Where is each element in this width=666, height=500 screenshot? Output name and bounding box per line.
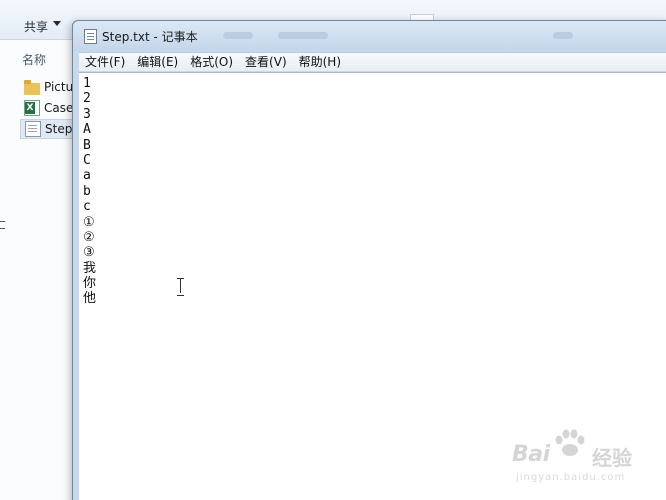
text-line: C (83, 152, 91, 168)
text-line: 你 (83, 276, 97, 292)
notepad-icon[interactable] (84, 29, 97, 44)
menu-help[interactable]: 帮助(H) (293, 53, 347, 72)
title-bar[interactable]: Step.txt - 记事本 (73, 21, 666, 51)
text-line: 1 (83, 76, 91, 91)
text-line: a (83, 168, 91, 184)
title-blur (223, 32, 253, 39)
text-line: 我 (83, 260, 97, 276)
watermark-brand-tail: 经验 (592, 446, 632, 470)
menu-file[interactable]: 文件(F) (79, 53, 131, 72)
paw-icon (555, 429, 585, 456)
file-row[interactable]: Case (20, 98, 80, 118)
menu-bar: 文件(F) 编辑(E) 格式(O) 查看(V) 帮助(H) (79, 52, 666, 71)
text-line: ① (83, 214, 95, 230)
file-row[interactable]: Pictu (20, 77, 80, 97)
editor-content[interactable]: 1 2 3 A B C a b c ① ② ③ 我 你 他 (83, 76, 96, 307)
text-line: 他 (83, 291, 97, 307)
text-line: A (83, 122, 91, 138)
chevron-down-icon[interactable] (53, 21, 61, 26)
share-menu-button[interactable]: 共享 (24, 18, 48, 35)
text-line: 2 (83, 91, 91, 107)
watermark-url: jingyan.baidu.com (516, 472, 626, 483)
text-cursor-icon (177, 278, 184, 296)
title-blur (278, 32, 328, 39)
menu-format[interactable]: 格式(O) (184, 53, 239, 72)
column-header-name[interactable]: 名称 (22, 51, 46, 68)
file-name: Case (44, 101, 74, 115)
watermark-brand: Bai (512, 442, 550, 467)
title-blur (553, 32, 573, 39)
window-title: Step.txt - 记事本 (102, 30, 198, 44)
nav-pane-splitter[interactable] (0, 221, 5, 229)
text-line: ② (83, 229, 95, 245)
excel-icon (24, 100, 40, 116)
menu-view[interactable]: 查看(V) (239, 53, 293, 72)
file-name: Pictu (44, 80, 74, 94)
text-line: B (83, 137, 91, 153)
folder-icon (24, 79, 40, 95)
menu-edit[interactable]: 编辑(E) (131, 53, 184, 72)
text-line: 3 (83, 106, 91, 122)
text-line: b (83, 183, 91, 199)
text-file-icon (25, 121, 41, 137)
baidu-watermark: Bai 经验 jingyan.baidu.com (508, 428, 648, 488)
file-row-selected[interactable]: Step. (20, 119, 80, 139)
text-line: c (83, 199, 91, 215)
text-line: ③ (83, 245, 95, 261)
